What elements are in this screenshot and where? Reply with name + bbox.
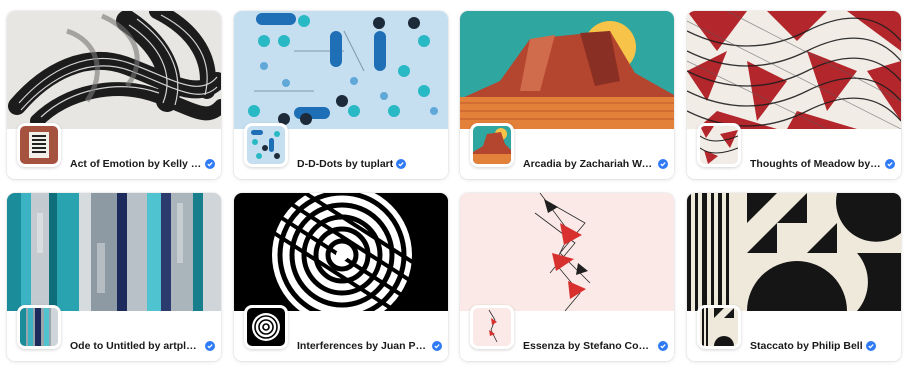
artwork-thumbnail[interactable] — [470, 123, 514, 167]
collection-card[interactable]: Thoughts of Meadow by Kim Asendorf — [687, 11, 901, 179]
verified-badge-icon — [205, 159, 215, 169]
artwork-thumbnail[interactable] — [470, 305, 514, 349]
verified-badge-icon — [432, 341, 442, 351]
artwork-preview[interactable] — [7, 11, 221, 129]
collection-title[interactable]: Interferences by Juan Pedro Vallejo — [297, 340, 429, 352]
collection-grid: Act of Emotion by Kelly Milligan — [0, 0, 908, 370]
collection-card[interactable]: Ode to Untitled by artplusbrad — [7, 193, 221, 361]
verified-badge-icon — [658, 159, 668, 169]
artwork-preview[interactable] — [460, 11, 674, 129]
collection-title[interactable]: Act of Emotion by Kelly Milligan — [70, 158, 202, 170]
collection-card[interactable]: D-D-Dots by tuplart — [234, 11, 448, 179]
collection-title[interactable]: D-D-Dots by tuplart — [297, 158, 393, 170]
artwork-preview[interactable] — [460, 193, 674, 311]
collection-card[interactable]: Interferences by Juan Pedro Vallejo — [234, 193, 448, 361]
verified-badge-icon — [205, 341, 215, 351]
verified-badge-icon — [658, 341, 668, 351]
artwork-preview[interactable] — [687, 193, 901, 311]
collection-title[interactable]: Essenza by Stefano Contiero — [523, 340, 655, 352]
artwork-thumbnail[interactable] — [244, 305, 288, 349]
artwork-thumbnail[interactable] — [17, 123, 61, 167]
collection-card[interactable]: Essenza by Stefano Contiero — [460, 193, 674, 361]
collection-card[interactable]: Staccato by Philip Bell — [687, 193, 901, 361]
collection-title[interactable]: Ode to Untitled by artplusbrad — [70, 340, 202, 352]
artwork-thumbnail[interactable] — [697, 305, 741, 349]
collection-card[interactable]: Act of Emotion by Kelly Milligan — [7, 11, 221, 179]
artwork-preview[interactable] — [234, 11, 448, 129]
collection-title[interactable]: Staccato by Philip Bell — [750, 340, 863, 352]
collection-title[interactable]: Arcadia by Zachariah Watson — [523, 158, 655, 170]
collection-title[interactable]: Thoughts of Meadow by Kim Asendorf — [750, 158, 882, 170]
artwork-preview[interactable] — [687, 11, 901, 129]
collection-card[interactable]: Arcadia by Zachariah Watson — [460, 11, 674, 179]
verified-badge-icon — [396, 159, 407, 169]
verified-badge-icon — [865, 341, 876, 351]
artwork-preview[interactable] — [7, 193, 221, 311]
artwork-thumbnail[interactable] — [244, 123, 288, 167]
artwork-thumbnail[interactable] — [697, 123, 741, 167]
verified-badge-icon — [885, 159, 895, 169]
artwork-preview[interactable] — [234, 193, 448, 311]
artwork-thumbnail[interactable] — [17, 305, 61, 349]
